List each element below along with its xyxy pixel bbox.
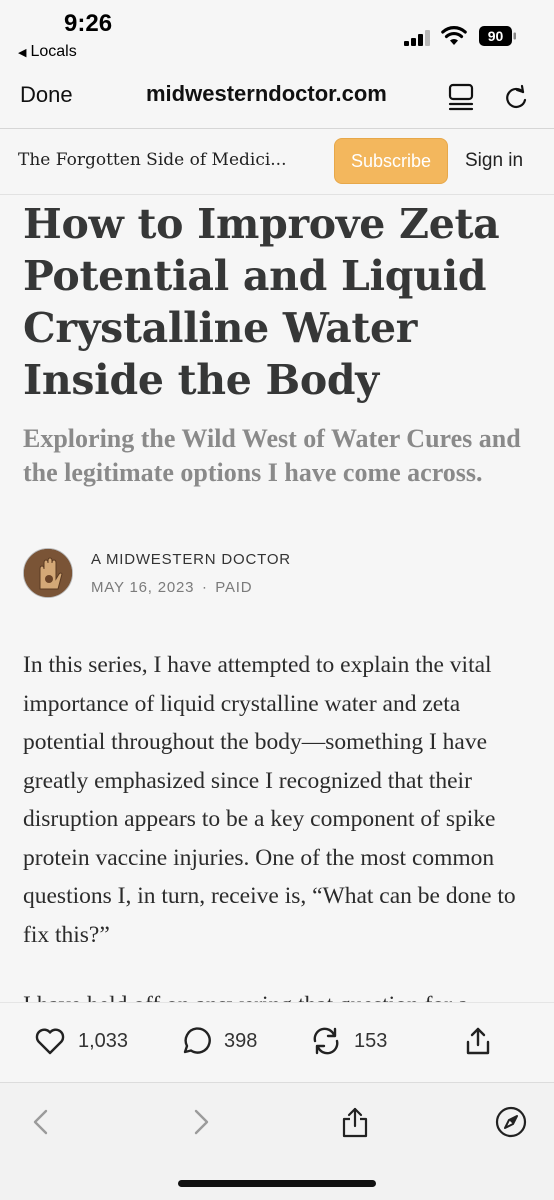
publication-name[interactable]: The Forgotten Side of Medici... (18, 150, 310, 170)
battery-icon: 90 (479, 26, 516, 46)
comment-button[interactable]: 398 (180, 1025, 257, 1057)
date-line: MAY 16, 2023 ∙ PAID (91, 579, 252, 596)
cellular-signal-icon (404, 30, 430, 46)
date-separator: ∙ (202, 579, 208, 596)
byline: A MIDWESTERN DOCTOR MAY 16, 2023 ∙ PAID (23, 547, 533, 603)
like-count: 1,033 (78, 1029, 129, 1052)
post-date: MAY 16, 2023 (91, 579, 195, 596)
reload-icon[interactable] (503, 83, 529, 111)
back-triangle-icon: ◀ (18, 46, 27, 59)
sign-in-button[interactable]: Sign in (465, 150, 523, 172)
wifi-icon (441, 26, 467, 45)
access-badge: PAID (215, 579, 253, 596)
article-paragraph: In this series, I have attempted to expl… (23, 652, 516, 948)
back-app-label: Locals (30, 43, 77, 60)
article-title: How to Improve Zeta Potential and Liquid… (23, 200, 500, 404)
share-button[interactable] (462, 1025, 494, 1057)
subscribe-button[interactable]: Subscribe (334, 138, 448, 184)
restack-arrows-icon (313, 1027, 339, 1055)
status-time: 9:26 (64, 10, 113, 37)
browser-nav-bar: Done midwesterndoctor.com (0, 70, 554, 128)
article-paragraph-clipped: I have held off on answering that questi… (23, 984, 538, 1002)
done-button[interactable]: Done (20, 82, 73, 108)
author-name[interactable]: A MIDWESTERN DOCTOR (91, 551, 291, 568)
heart-icon (35, 1028, 65, 1055)
article-subtitle: Exploring the Wild West of Water Cures a… (23, 424, 521, 487)
share-sheet-icon[interactable] (338, 1105, 372, 1139)
url-label[interactable]: midwesterndoctor.com (146, 81, 387, 107)
restack-count: 153 (354, 1029, 388, 1052)
reader-mode-icon[interactable] (448, 83, 474, 111)
hand-emblem-icon (24, 549, 72, 597)
chevron-left-icon[interactable] (24, 1105, 58, 1139)
status-bar: 9:26 ◀ Locals 90 (0, 0, 554, 70)
chevron-right-icon[interactable] (184, 1105, 218, 1139)
article-paragraph-partial: I have held off on answering that questi… (23, 986, 538, 1002)
site-header: The Forgotten Side of Medici... Subscrib… (0, 129, 554, 195)
comment-count: 398 (224, 1029, 258, 1052)
author-avatar[interactable] (23, 548, 73, 598)
restack-button[interactable]: 153 (310, 1025, 387, 1057)
comment-bubble-icon (183, 1027, 211, 1054)
battery-level: 90 (488, 28, 504, 44)
compass-icon[interactable] (494, 1105, 528, 1139)
engagement-bar: 1,033 398 153 (0, 1002, 554, 1082)
back-to-app-link[interactable]: ◀ Locals (18, 43, 77, 61)
share-icon (466, 1027, 490, 1055)
home-indicator[interactable] (178, 1180, 376, 1187)
like-button[interactable]: 1,033 (34, 1025, 128, 1057)
